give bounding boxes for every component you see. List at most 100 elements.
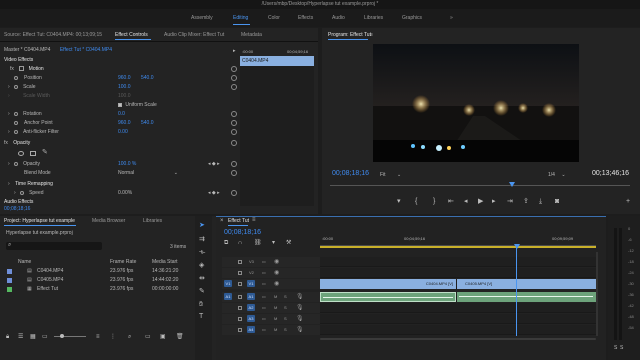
close-icon[interactable]: × — [220, 218, 224, 224]
metadata-tab[interactable]: Metadata — [241, 30, 262, 40]
workspace-assembly[interactable]: Assembly — [191, 15, 213, 21]
microphone-icon[interactable]: 🎙︎ — [296, 315, 304, 322]
lock-icon[interactable] — [238, 260, 242, 264]
anchor-x[interactable]: 960.0 — [118, 119, 131, 128]
stopwatch-icon[interactable] — [14, 85, 18, 89]
speed-value[interactable]: 0.00% — [118, 189, 132, 198]
uniform-scale-row[interactable]: Uniform Scale — [118, 101, 157, 110]
workspace-editing[interactable]: Editing — [233, 15, 248, 21]
step-forward-icon[interactable]: ▸ — [492, 198, 496, 206]
track-row-v3[interactable] — [320, 257, 596, 267]
opacity-section[interactable]: fx Opacity — [4, 139, 30, 148]
reset-icon[interactable] — [231, 120, 237, 126]
lock-icon[interactable] — [238, 295, 242, 299]
source-patch-v1[interactable]: V1 — [224, 280, 232, 287]
expand-arrow-icon[interactable]: › — [8, 129, 10, 135]
sort-icon[interactable]: ≡ — [96, 333, 100, 341]
stopwatch-icon[interactable] — [14, 76, 18, 80]
keyframe-nav-icon[interactable]: ◂ ◆ ▸ — [208, 189, 220, 198]
workspace-effects[interactable]: Effects — [298, 15, 313, 21]
track-a4-label[interactable]: A4 — [247, 326, 255, 333]
panel-menu-icon[interactable]: ≡ — [370, 32, 373, 38]
anchor-y[interactable]: 540.0 — [141, 119, 154, 128]
video-preview[interactable] — [373, 44, 579, 162]
mark-out-icon[interactable]: } — [433, 198, 435, 206]
reset-icon[interactable] — [231, 75, 237, 81]
new-bin-icon[interactable]: ▭ — [145, 333, 151, 341]
solo-left-button[interactable]: S — [614, 344, 617, 352]
type-tool-icon[interactable]: T — [199, 313, 203, 321]
solo-button[interactable]: S — [284, 294, 287, 299]
lock-icon[interactable]: 🔒︎ — [6, 333, 9, 341]
stopwatch-icon[interactable] — [14, 162, 18, 166]
go-to-in-icon[interactable]: ⇤ — [448, 198, 454, 206]
trash-icon[interactable]: 🗑︎ — [176, 333, 184, 341]
mini-clip[interactable]: C0404.MP4 — [240, 56, 314, 66]
reset-icon[interactable] — [231, 140, 237, 146]
microphone-icon[interactable]: 🎙︎ — [296, 293, 304, 300]
eye-icon[interactable]: ◉ — [274, 269, 279, 276]
more-workspaces-button[interactable]: » — [450, 15, 453, 21]
timeline-playhead-handle[interactable] — [514, 244, 520, 249]
work-area-bar[interactable] — [320, 246, 596, 248]
add-marker-icon[interactable]: ▾ — [272, 239, 275, 247]
track-row-a4[interactable] — [320, 325, 596, 335]
new-item-icon[interactable]: ▣ — [160, 333, 166, 341]
track-a2-label[interactable]: A2 — [247, 304, 255, 311]
audio-clip[interactable] — [457, 292, 596, 302]
workspace-libraries[interactable]: Libraries — [364, 15, 383, 21]
zoom-slider[interactable] — [54, 336, 86, 337]
motion-transform-icon[interactable] — [19, 66, 25, 72]
project-item[interactable]: ▦ Effect Tut 23.976 fps 00:00:00:00 — [7, 285, 212, 293]
media-browser-tab[interactable]: Media Browser — [92, 216, 125, 226]
workspace-color[interactable]: Color — [268, 15, 280, 21]
microphone-icon[interactable]: 🎙︎ — [296, 304, 304, 311]
microphone-icon[interactable]: 🎙︎ — [296, 326, 304, 333]
ripple-edit-tool-icon[interactable]: ⟛ — [199, 249, 205, 257]
sync-lock-icon[interactable]: ▭ — [262, 270, 266, 275]
collapse-arrow-icon[interactable]: ▸ — [233, 48, 236, 54]
reset-icon[interactable] — [231, 170, 237, 176]
mute-button[interactable]: M — [274, 305, 277, 310]
find-icon[interactable]: ⌕ — [128, 333, 131, 341]
lock-icon[interactable] — [238, 317, 242, 321]
mute-button[interactable]: M — [274, 294, 277, 299]
mute-button[interactable]: M — [274, 316, 277, 321]
add-marker-icon[interactable]: ▾ — [397, 198, 401, 206]
eye-icon[interactable]: ◉ — [274, 258, 279, 265]
timeline-vertical-scrollbar[interactable] — [596, 252, 598, 336]
time-remap-row[interactable]: › Time Remapping — [8, 180, 53, 189]
motion-row[interactable]: fx Motion — [10, 65, 44, 74]
video-clip[interactable]: C0404.MP4 [V] — [320, 279, 456, 289]
mark-in-icon[interactable]: { — [415, 198, 417, 206]
audio-clip-mixer-tab[interactable]: Audio Clip Mixer: Effect Tut — [164, 30, 224, 40]
sync-lock-icon[interactable]: ▭ — [262, 327, 266, 332]
fit-select[interactable]: Fit ⌄ — [380, 172, 401, 178]
stopwatch-icon[interactable] — [14, 112, 18, 116]
lock-icon[interactable] — [238, 282, 242, 286]
col-media-start[interactable]: Media Start — [152, 259, 178, 265]
pen-tool-icon[interactable]: ✎ — [199, 288, 205, 296]
position-x[interactable]: 960.0 — [118, 74, 131, 83]
add-button-icon[interactable]: + — [626, 198, 630, 206]
go-to-out-icon[interactable]: ⇥ — [507, 198, 513, 206]
track-v2-label[interactable]: V2 — [249, 270, 254, 275]
automate-icon[interactable]: ⋮ — [110, 333, 116, 341]
panel-menu-icon[interactable]: ≡ — [252, 217, 256, 223]
stopwatch-icon[interactable] — [20, 191, 24, 195]
step-back-icon[interactable]: ◂ — [464, 198, 468, 206]
snap-icon[interactable]: ∩ — [238, 239, 242, 247]
reset-icon[interactable] — [231, 129, 237, 135]
keyframe-nav-icon[interactable]: ◂ ◆ ▸ — [208, 160, 220, 169]
scale-value[interactable]: 100.0 — [118, 83, 131, 92]
ellipse-mask-icon[interactable] — [18, 151, 24, 156]
project-item[interactable]: ▤ C0404.MP4 23.976 fps 14:36:21:20 — [7, 267, 212, 275]
breadcrumb-clip[interactable]: Effect Tut * C0404.MP4 — [60, 47, 112, 53]
track-v1-label[interactable]: V1 — [247, 280, 255, 287]
track-row-v2[interactable] — [320, 268, 596, 278]
sync-lock-icon[interactable]: ▭ — [262, 316, 266, 321]
workspace-audio[interactable]: Audio — [332, 15, 345, 21]
slip-tool-icon[interactable]: ⇹ — [199, 275, 205, 283]
audio-clip[interactable] — [320, 292, 456, 302]
track-select-tool-icon[interactable]: ⇉ — [199, 236, 205, 244]
